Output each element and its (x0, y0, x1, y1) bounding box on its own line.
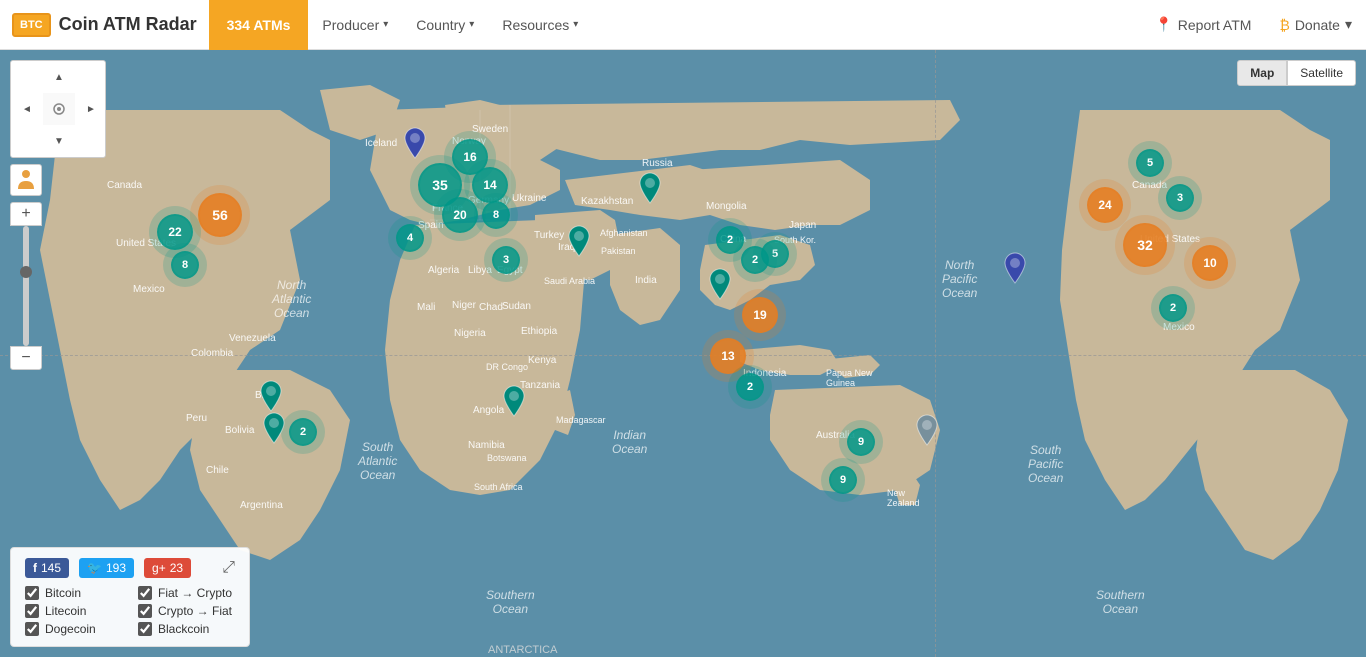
pin-p8[interactable] (915, 413, 939, 452)
cluster-c14[interactable]: 19 (742, 297, 778, 333)
nav-country[interactable]: Country ▾ (402, 0, 488, 50)
facebook-count: 145 (41, 561, 61, 575)
logo-area: BTC Coin ATM Radar (0, 13, 209, 37)
cluster-c11[interactable]: 2 (716, 226, 744, 254)
zoom-slider-thumb[interactable] (20, 266, 32, 278)
pan-center-button (43, 93, 75, 125)
pin-p4[interactable] (708, 267, 732, 306)
map-controls: ▲ ◄ ► ▼ + (10, 60, 106, 370)
cluster-c9[interactable]: 4 (396, 224, 424, 252)
pin-p7[interactable] (262, 411, 286, 450)
person-icon-button[interactable] (10, 164, 42, 196)
legend-bitcoin[interactable]: Bitcoin (25, 586, 122, 600)
zoom-out-button[interactable]: − (10, 346, 42, 370)
map-type-map-button[interactable]: Map (1237, 60, 1287, 86)
facebook-button[interactable]: f 145 (25, 558, 69, 578)
bitcoin-label: Bitcoin (45, 586, 81, 600)
pan-e-button[interactable]: ► (75, 93, 107, 125)
navbar: BTC Coin ATM Radar 334 ATMs Producer ▾ C… (0, 0, 1366, 50)
bitcoin-checkbox[interactable] (25, 586, 39, 600)
donate-caret: ▾ (1345, 16, 1352, 33)
zoom-slider-track (23, 226, 29, 346)
pin-p1[interactable] (403, 126, 427, 165)
logo-text: Coin ATM Radar (59, 14, 197, 35)
cluster-c23[interactable]: 32 (1123, 223, 1167, 267)
social-bar: f 145 🐦 193 g+ 23 ⤢ (25, 558, 235, 578)
map-type-buttons: Map Satellite (1237, 60, 1356, 86)
nav-resources[interactable]: Resources ▾ (488, 0, 592, 50)
fiat-crypto-checkbox[interactable] (138, 586, 152, 600)
country-caret: ▾ (469, 19, 474, 30)
legend-expand-button[interactable]: ⤢ (222, 559, 235, 577)
twitter-button[interactable]: 🐦 193 (79, 558, 134, 578)
pan-ne-button (75, 61, 107, 93)
legend-items: Bitcoin Fiat → Crypto Litecoin Crypto → … (25, 586, 235, 636)
cluster-c15[interactable]: 13 (710, 338, 746, 374)
litecoin-label: Litecoin (45, 604, 86, 618)
pin-p5[interactable] (502, 384, 526, 423)
pan-se-button (75, 125, 107, 157)
cluster-c18[interactable]: 9 (847, 428, 875, 456)
cluster-c2[interactable]: 22 (157, 214, 193, 250)
zoom-controls: + − (10, 202, 106, 370)
producer-caret: ▾ (383, 19, 388, 30)
pan-s-button[interactable]: ▼ (43, 125, 75, 157)
googleplus-count: 23 (170, 561, 183, 575)
pin-p2[interactable] (567, 224, 591, 263)
crypto-fiat-label: Crypto → Fiat (158, 604, 232, 618)
googleplus-icon: g+ (152, 561, 166, 575)
cluster-c16[interactable]: 2 (736, 373, 764, 401)
legend-dogecoin[interactable]: Dogecoin (25, 622, 122, 636)
twitter-icon: 🐦 (87, 561, 102, 575)
bitcoin-icon: ₿ (1279, 17, 1289, 33)
dogecoin-label: Dogecoin (45, 622, 96, 636)
dogecoin-checkbox[interactable] (25, 622, 39, 636)
cluster-c25[interactable]: 2 (1159, 294, 1187, 322)
pin-p3[interactable] (638, 171, 662, 210)
legend-blackcoin[interactable]: Blackcoin (138, 622, 235, 636)
pan-nw-button (11, 61, 43, 93)
atm-count-badge: 334 ATMs (209, 0, 309, 50)
cluster-c8[interactable]: 8 (482, 201, 510, 229)
map-container[interactable]: NorthAtlanticOcean SouthAtlanticOcean In… (0, 50, 1366, 657)
fiat-crypto-label: Fiat → Crypto (158, 586, 232, 600)
cluster-c22[interactable]: 24 (1087, 187, 1123, 223)
nav-producer[interactable]: Producer ▾ (308, 0, 402, 50)
twitter-count: 193 (106, 561, 126, 575)
resources-caret: ▾ (573, 19, 578, 30)
nav-donate[interactable]: ₿ Donate ▾ (1265, 0, 1366, 50)
legend-panel: f 145 🐦 193 g+ 23 ⤢ Bitcoin Fiat → Crypt… (10, 547, 250, 647)
litecoin-checkbox[interactable] (25, 604, 39, 618)
cluster-c20[interactable]: 5 (1136, 149, 1164, 177)
legend-litecoin[interactable]: Litecoin (25, 604, 122, 618)
legend-fiat-crypto[interactable]: Fiat → Crypto (138, 586, 235, 600)
crypto-fiat-checkbox[interactable] (138, 604, 152, 618)
map-pin-icon: 📍 (1155, 16, 1172, 33)
pan-w-button[interactable]: ◄ (11, 93, 43, 125)
cluster-c19[interactable]: 9 (829, 466, 857, 494)
cluster-c1[interactable]: 56 (198, 193, 242, 237)
googleplus-button[interactable]: g+ 23 (144, 558, 191, 578)
zoom-in-button[interactable]: + (10, 202, 42, 226)
cluster-c6[interactable]: 14 (472, 167, 508, 203)
cluster-c17[interactable]: 2 (289, 418, 317, 446)
cluster-c10[interactable]: 3 (492, 246, 520, 274)
cluster-c24[interactable]: 10 (1192, 245, 1228, 281)
legend-crypto-fiat[interactable]: Crypto → Fiat (138, 604, 235, 618)
cluster-c21[interactable]: 3 (1166, 184, 1194, 212)
cluster-c3[interactable]: 8 (171, 251, 199, 279)
pan-n-button[interactable]: ▲ (43, 61, 75, 93)
pin-p9[interactable] (1003, 251, 1027, 290)
pan-sw-button (11, 125, 43, 157)
pan-control: ▲ ◄ ► ▼ (10, 60, 106, 158)
facebook-icon: f (33, 561, 37, 575)
cluster-c7[interactable]: 20 (442, 197, 478, 233)
cluster-c13[interactable]: 2 (741, 246, 769, 274)
logo-badge: BTC (12, 13, 51, 37)
blackcoin-label: Blackcoin (158, 622, 209, 636)
map-type-satellite-button[interactable]: Satellite (1287, 60, 1356, 86)
blackcoin-checkbox[interactable] (138, 622, 152, 636)
nav-report-atm[interactable]: 📍 Report ATM (1141, 0, 1265, 50)
